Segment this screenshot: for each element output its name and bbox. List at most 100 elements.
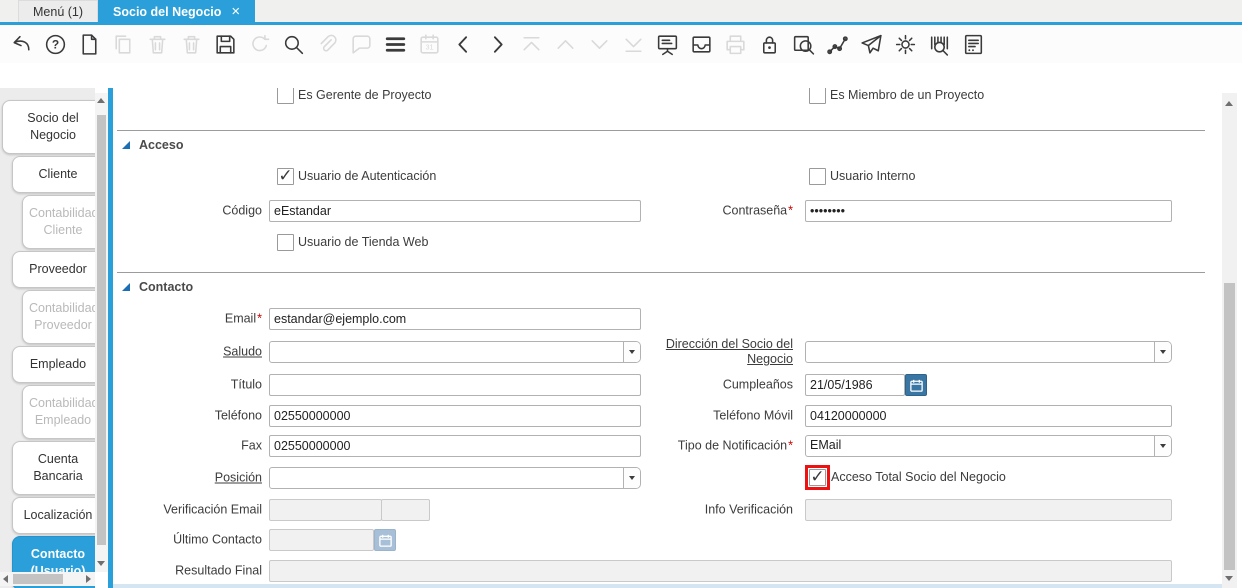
- sidebar-horizontal-scrollbar[interactable]: [0, 572, 95, 586]
- saludo-combo[interactable]: [269, 341, 641, 363]
- acceso-total-checkbox[interactable]: [809, 469, 826, 486]
- calendar-icon: 31: [416, 31, 442, 57]
- sidebar-tab-socio-del-negocio[interactable]: Socio del Negocio: [2, 100, 95, 154]
- resultado-final-label: Resultado Final: [175, 563, 262, 578]
- fax-input[interactable]: [269, 435, 641, 457]
- info-verificacion-label: Info Verificación: [704, 502, 793, 517]
- cumpleanos-label: Cumpleaños: [722, 377, 793, 392]
- svg-text:31: 31: [425, 42, 433, 51]
- es-miembro-checkbox[interactable]: [809, 88, 826, 104]
- es-gerente-label: Es Gerente de Proyecto: [298, 88, 432, 102]
- help-icon[interactable]: ?: [42, 31, 68, 57]
- sidebar-tab-label: Cuenta Bancaria: [33, 452, 83, 483]
- telefono-label: Teléfono: [214, 408, 262, 423]
- chevron-down-icon[interactable]: [623, 468, 640, 488]
- telefono-input[interactable]: [269, 405, 641, 427]
- find-icon[interactable]: [280, 31, 306, 57]
- telefono-movil-input[interactable]: [805, 405, 1172, 427]
- contrasena-input[interactable]: [805, 200, 1172, 222]
- sidebar-tab-label: Socio del Negocio: [27, 111, 79, 142]
- detail-record-icon[interactable]: [484, 31, 510, 57]
- sidebar-scrollbar-thumb[interactable]: [97, 115, 106, 545]
- codigo-label: Código: [222, 203, 262, 218]
- sidebar-tab-contabilidad-cliente: Contabilidad Cliente: [22, 195, 95, 249]
- telefono-movil-label: Teléfono Móvil: [713, 408, 793, 423]
- fax-label: Fax: [241, 438, 262, 453]
- undo-icon[interactable]: [8, 31, 34, 57]
- email-label: Email*: [224, 311, 262, 326]
- section-header-acceso[interactable]: Acceso: [117, 136, 183, 154]
- main-scrollbar-thumb[interactable]: [1224, 283, 1235, 570]
- direccion-label: Dirección del Socio del Negocio: [665, 337, 793, 366]
- contrasena-label: Contraseña*: [722, 203, 794, 218]
- archive-icon[interactable]: [688, 31, 714, 57]
- tipo-notificacion-combo[interactable]: EMail: [805, 435, 1172, 457]
- calendar-button[interactable]: [905, 374, 927, 396]
- main-panel: Socio del Negocio Cliente Contabilidad Cli…: [0, 88, 1242, 588]
- field-row-telefonos: Teléfono Teléfono Móvil: [117, 405, 1205, 427]
- sidebar-vertical-scrollbar[interactable]: [95, 93, 108, 572]
- sidebar-tab-cliente[interactable]: Cliente: [12, 156, 95, 193]
- delete-record-icon: [144, 31, 170, 57]
- direccion-combo[interactable]: [805, 341, 1172, 363]
- scroll-up-icon[interactable]: [1225, 101, 1233, 106]
- send-icon[interactable]: [858, 31, 884, 57]
- product-info-icon[interactable]: [926, 31, 952, 57]
- scroll-up-icon[interactable]: [97, 98, 105, 103]
- scroll-down-icon[interactable]: [1225, 576, 1233, 581]
- sidebar-tab-label: Empleado: [29, 357, 87, 371]
- sidebar-tab-contabilidad-proveedor: Contabilidad Proveedor: [22, 290, 95, 344]
- field-row-titulo-cumpleanos: Título Cumpleaños: [117, 374, 1205, 396]
- tienda-web-checkbox[interactable]: [277, 234, 294, 251]
- es-gerente-checkbox[interactable]: [277, 88, 294, 104]
- form-window-icon[interactable]: [654, 31, 680, 57]
- print-icon: [722, 31, 748, 57]
- scroll-down-icon[interactable]: [97, 561, 105, 566]
- workflow-icon[interactable]: [824, 31, 850, 57]
- report-icon[interactable]: [960, 31, 986, 57]
- save-icon[interactable]: [212, 31, 238, 57]
- parent-record-icon[interactable]: [450, 31, 476, 57]
- status-strip: [113, 584, 1222, 588]
- tab-menu[interactable]: Menú (1): [18, 0, 99, 22]
- sidebar-tab-cuenta-bancaria[interactable]: Cuenta Bancaria: [12, 441, 95, 495]
- section-divider: [117, 130, 1205, 131]
- process-icon[interactable]: [892, 31, 918, 57]
- cumpleanos-input[interactable]: [805, 374, 905, 396]
- scroll-left-icon[interactable]: [3, 575, 8, 583]
- sidebar-tab-localizacion[interactable]: Localización: [12, 497, 95, 534]
- zoom-across-icon[interactable]: [790, 31, 816, 57]
- calendar-icon: [378, 534, 392, 547]
- scroll-right-icon[interactable]: [86, 575, 91, 583]
- chevron-down-icon[interactable]: [1154, 342, 1171, 362]
- tab-socio-del-negocio[interactable]: Socio del Negocio ×: [98, 0, 256, 22]
- field-row-posicion-acceso: Posición Acceso Total Socio del Negocio: [117, 465, 1205, 490]
- grid-toggle-icon[interactable]: [382, 31, 408, 57]
- sidebar-tab-empleado[interactable]: Empleado: [12, 346, 95, 383]
- usuario-autenticacion-checkbox[interactable]: [277, 168, 294, 185]
- titulo-input[interactable]: [269, 374, 641, 396]
- field-row-verificacion: Verificación Email Info Verificación: [117, 499, 1205, 521]
- sidebar-tab-contabilidad-empleado: Contabilidad Empleado: [22, 385, 95, 439]
- delete-selection-icon: [178, 31, 204, 57]
- codigo-input[interactable]: [269, 200, 641, 222]
- sidebar-tab-label: Proveedor: [29, 262, 87, 276]
- field-row-usuarios: Usuario de Autenticación Usuario Interno: [117, 166, 1205, 188]
- lock-icon[interactable]: [756, 31, 782, 57]
- tab-socio-label: Socio del Negocio: [113, 4, 222, 19]
- section-header-contacto[interactable]: Contacto: [117, 278, 193, 296]
- sidebar-hscrollbar-thumb[interactable]: [13, 574, 63, 584]
- field-row-ultimo-contacto: Último Contacto: [117, 529, 1205, 551]
- new-record-icon[interactable]: [76, 31, 102, 57]
- es-miembro-label: Es Miembro de un Proyecto: [830, 88, 985, 102]
- posicion-combo[interactable]: [269, 467, 641, 489]
- chevron-down-icon[interactable]: [1154, 436, 1171, 456]
- main-vertical-scrollbar[interactable]: [1222, 93, 1237, 588]
- close-icon[interactable]: ×: [231, 4, 240, 19]
- email-input[interactable]: [269, 308, 641, 330]
- tienda-web-label: Usuario de Tienda Web: [298, 235, 429, 249]
- usuario-interno-checkbox[interactable]: [809, 168, 826, 185]
- verificacion-email-extra-input: [381, 499, 430, 521]
- sidebar-tab-proveedor[interactable]: Proveedor: [12, 251, 95, 288]
- sidebar-tab-label: Contabilidad Cliente: [29, 206, 95, 237]
